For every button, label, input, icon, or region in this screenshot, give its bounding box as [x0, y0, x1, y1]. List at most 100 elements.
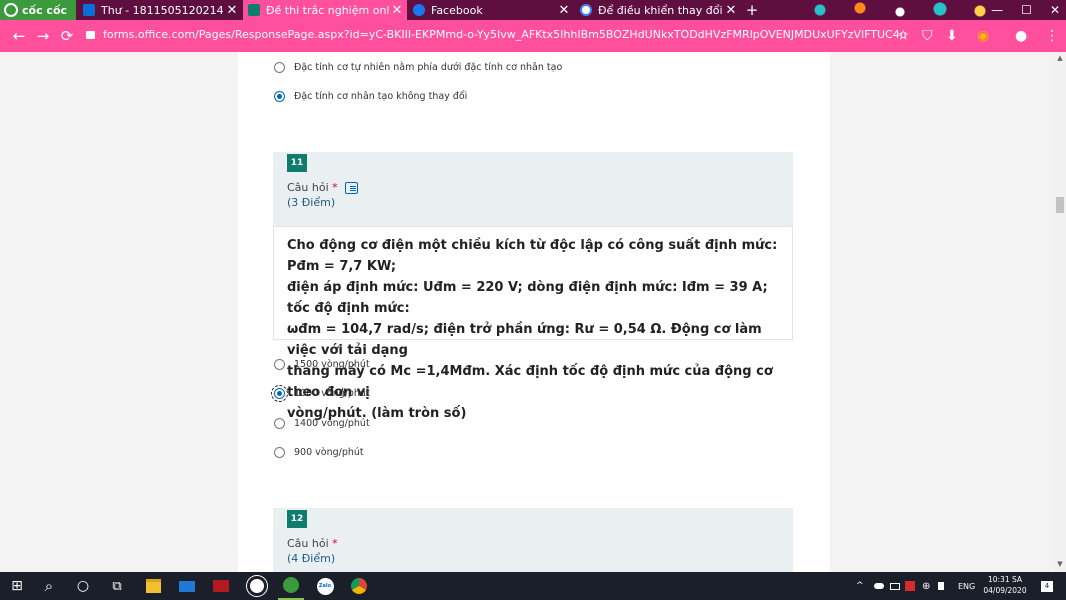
tab-facebook[interactable]: Facebook ✕ [408, 0, 574, 20]
question-line: Cho động cơ điện một chiều kích từ độc l… [287, 238, 778, 274]
new-tab-button[interactable]: + [742, 0, 762, 20]
radio-button-selected[interactable] [271, 384, 288, 402]
notifications-icon[interactable]: 4 [1040, 572, 1054, 600]
option-prev-2[interactable]: Đặc tính cơ nhân tạo không thay đổi [274, 88, 467, 104]
vietkey-icon[interactable] [905, 572, 915, 600]
outlook-icon [83, 4, 95, 16]
download-icon[interactable]: ⬇ [946, 20, 958, 52]
scroll-down-icon[interactable]: ▼ [1056, 560, 1064, 568]
question-line: điện áp định mức: Uđm = 220 V; dòng điện… [287, 280, 768, 316]
language-globe-icon[interactable]: ⊕ [922, 572, 930, 600]
option-label: 1500 vòng/phút [294, 358, 370, 370]
language-indicator[interactable]: ENG [958, 572, 975, 600]
question-number: 11 [287, 154, 307, 172]
xbox-icon[interactable] [244, 572, 270, 600]
radio-button-selected[interactable] [274, 90, 285, 102]
reload-icon[interactable]: ⟳ [56, 20, 78, 52]
windows-taskbar: ⊞ ⌕ ○ ⧉ Zalo ^ ⊕ ENG 10:31 SA 04/09/2020… [0, 572, 1066, 600]
question-number: 12 [287, 510, 307, 528]
option-900[interactable]: 900 vòng/phút [274, 444, 364, 460]
scroll-thumb[interactable] [1056, 197, 1064, 213]
radio-button[interactable] [274, 61, 285, 73]
radio-button[interactable] [274, 358, 285, 370]
tab-label: Đề thi trắc nghiệm online Tra [266, 3, 390, 17]
question-title: Câu hỏi * [287, 537, 338, 550]
tab-outlook[interactable]: Thư - 1811505120214 - Outlo ✕ [78, 0, 242, 20]
tab-label: Để điều khiển thay đổi tốc độ [598, 3, 724, 17]
brand-label: cốc cốc [22, 3, 68, 17]
option-1400[interactable]: 1400 vòng/phút [274, 415, 370, 431]
scroll-up-icon[interactable]: ▲ [1056, 54, 1064, 62]
coccoc-menu-button[interactable]: cốc cốc [0, 0, 76, 20]
option-label: Đặc tính cơ nhân tạo không thay đổi [294, 90, 468, 102]
required-marker: * [332, 181, 338, 194]
close-window-icon[interactable]: ✕ [1050, 3, 1060, 17]
task-view-icon[interactable]: ⧉ [104, 572, 130, 600]
required-marker: * [332, 537, 338, 550]
page-scrollbar[interactable]: ▲ ▼ [1054, 52, 1066, 572]
browser-tab-strip: cốc cốc Thư - 1811505120214 - Outlo ✕ Đề… [0, 0, 1066, 20]
tab-label: Facebook [431, 3, 483, 17]
zalo-label: Zalo [316, 577, 334, 595]
option-prev-1[interactable]: Đặc tính cơ tự nhiên nằm phía dưới đặc t… [274, 59, 562, 75]
coccoc-taskbar-icon[interactable] [278, 572, 304, 600]
minimize-icon[interactable]: — [991, 3, 1003, 17]
extension-icon[interactable]: ◉ [977, 20, 989, 52]
option-label: 1400 vòng/phút [294, 417, 370, 429]
address-bar: ← → ⟳ forms.office.com/Pages/ResponsePag… [0, 20, 1066, 52]
google-icon [580, 4, 592, 16]
question-points: (4 Điểm) [287, 552, 336, 565]
game-app-icon[interactable] [208, 572, 234, 600]
tray-chevron-icon[interactable]: ^ [856, 572, 864, 600]
volume-icon[interactable] [938, 572, 944, 600]
tab-google[interactable]: Để điều khiển thay đổi tốc độ ✕ [575, 0, 741, 20]
forms-icon [248, 4, 260, 16]
menu-icon[interactable]: ⋮ [1045, 20, 1059, 52]
mail-icon[interactable] [174, 572, 200, 600]
coccoc-logo-icon [4, 3, 18, 17]
shield-icon[interactable]: ⛉ [922, 20, 933, 52]
forward-icon[interactable]: → [32, 20, 54, 52]
file-explorer-icon[interactable] [140, 572, 166, 600]
close-tab-icon[interactable]: ✕ [225, 3, 239, 18]
theme-decoration [800, 0, 1020, 20]
back-icon[interactable]: ← [8, 20, 30, 52]
radio-button[interactable] [274, 417, 285, 429]
close-tab-icon[interactable]: ✕ [724, 3, 738, 18]
option-1500[interactable]: 1500 vòng/phút [274, 356, 370, 372]
facebook-icon [413, 4, 425, 16]
network-icon[interactable] [890, 572, 900, 600]
tab-label: Thư - 1811505120214 - Outlo [101, 3, 225, 17]
date: 04/09/2020 [983, 586, 1027, 595]
close-tab-icon[interactable]: ✕ [557, 3, 571, 18]
option-label: 900 vòng/phút [294, 446, 364, 458]
url-text: forms.office.com/Pages/ResponsePage.aspx… [103, 28, 907, 41]
question-line: ωđm = 104,7 rad/s; điện trở phần ứng: Rư… [287, 322, 762, 358]
notification-count: 4 [1041, 580, 1053, 592]
question-title-text: Câu hỏi [287, 181, 329, 194]
search-icon[interactable]: ⌕ [36, 572, 62, 600]
window-controls: — ☐ ✕ [991, 0, 1060, 20]
zalo-icon[interactable]: Zalo [312, 572, 338, 600]
option-label: Đặc tính cơ tự nhiên nằm phía dưới đặc t… [294, 61, 563, 73]
radio-button[interactable] [274, 446, 285, 458]
bookmark-star-icon[interactable]: ☆ [897, 20, 910, 52]
option-1000[interactable]: 1000 vòng/phút [271, 384, 370, 402]
cloud-icon[interactable] [874, 572, 884, 600]
question-points: (3 Điểm) [287, 196, 336, 209]
lock-icon [86, 30, 95, 39]
question-title-text: Câu hỏi [287, 537, 329, 550]
question-card-12 [273, 508, 793, 572]
start-icon[interactable]: ⊞ [4, 572, 30, 600]
maximize-icon[interactable]: ☐ [1021, 3, 1032, 17]
clock[interactable]: 10:31 SA 04/09/2020 [978, 574, 1032, 596]
tab-forms[interactable]: Đề thi trắc nghiệm online Tra ✕ [243, 0, 407, 20]
cortana-icon[interactable]: ○ [70, 572, 96, 600]
url-field[interactable]: forms.office.com/Pages/ResponsePage.aspx… [86, 28, 907, 41]
close-tab-icon[interactable]: ✕ [390, 3, 404, 18]
question-text: Cho động cơ điện một chiều kích từ độc l… [273, 226, 793, 421]
chrome-icon[interactable] [346, 572, 372, 600]
immersive-reader-icon[interactable] [345, 182, 358, 194]
question-title: Câu hỏi * [287, 181, 338, 194]
account-icon[interactable]: ● [1015, 20, 1027, 52]
